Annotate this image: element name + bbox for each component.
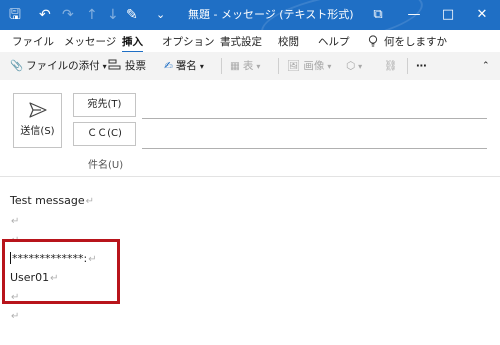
tell-me-label: 何をしますか [384, 36, 447, 48]
minimize-button[interactable]: — [404, 5, 424, 25]
arrow-up-icon: ↑ [86, 7, 98, 23]
chevron-down-icon: ▾ [327, 62, 332, 71]
undo-icon[interactable]: ↶ [39, 6, 51, 24]
cc-field[interactable] [142, 148, 487, 149]
menu-bar: ファイル メッセージ 挿入 オプション 書式設定 校閲 ヘルプ 何をしますか [0, 30, 500, 53]
to-field[interactable] [142, 118, 487, 119]
poll-icon [108, 59, 121, 70]
image-icon: 🖼 [287, 60, 301, 72]
tell-me-search[interactable]: 何をしますか [368, 34, 447, 49]
link-icon: ⛓ [384, 60, 398, 72]
chevron-down-icon: ▾ [256, 62, 261, 71]
body-line: ↵ [10, 309, 19, 322]
ribbon-separator [278, 58, 279, 74]
send-label: 送信(S) [20, 126, 55, 137]
paragraph-mark-icon: ↵ [11, 216, 20, 227]
chevron-down-icon: ▾ [199, 62, 204, 71]
send-plane-icon [28, 102, 47, 118]
tab-message[interactable]: メッセージ [64, 34, 116, 49]
shapes-icon: ⬡ [346, 60, 356, 72]
paragraph-mark-icon: ↵ [11, 311, 20, 322]
tab-insert[interactable]: 挿入 [122, 34, 143, 53]
format-icon[interactable]: ✎ [126, 6, 138, 24]
ribbon-display-options-button[interactable]: ⧉ [368, 5, 388, 25]
tab-help[interactable]: ヘルプ [318, 34, 350, 49]
signature-pen-icon: ✍ [164, 60, 173, 72]
subject-label: 件名(U) [88, 160, 124, 171]
chevron-down-icon: ▾ [102, 62, 107, 71]
title-bar: 🖫 ↶ ↷ ↑ ↓ ✎ ⌄ 無題 - メッセージ (テキスト形式) ⧉ — □ … [0, 0, 500, 30]
collapse-ribbon-icon[interactable]: ⌃ [482, 58, 490, 74]
close-button[interactable]: ✕ [472, 5, 492, 25]
table-button: ▦ 表 ▾ [230, 58, 260, 75]
tab-options[interactable]: オプション [162, 34, 215, 49]
maximize-button[interactable]: □ [438, 5, 458, 25]
tab-file[interactable]: ファイル [12, 34, 54, 49]
paragraph-mark-icon: ↵ [85, 196, 94, 207]
poll-button[interactable]: 投票 [108, 58, 146, 74]
link-button: ⛓ [384, 58, 400, 74]
save-icon[interactable]: 🖫 [9, 6, 21, 24]
signature-label: 署名 [175, 60, 197, 72]
paperclip-icon: 📎 [10, 60, 24, 72]
image-button: 🖼 画像 ▾ [287, 58, 331, 75]
attach-file-label: ファイルの添付 [26, 60, 100, 72]
ribbon-separator [407, 58, 408, 74]
ribbon-toolbar: 📎 ファイルの添付 ▾ 投票 ✍ 署名 ▾ ▦ 表 ▾ 🖼 画像 ▾ ⬡ ▾ ⛓ ⋯ ⌃ [0, 52, 500, 81]
tab-format-text[interactable]: 書式設定 [220, 34, 262, 49]
cc-button[interactable]: ＣＣ(C) [73, 122, 136, 146]
arrow-down-icon: ↓ [107, 7, 119, 23]
customize-qat-icon[interactable]: ⌄ [156, 6, 165, 24]
shapes-button: ⬡ ▾ [346, 58, 362, 75]
attach-file-button[interactable]: 📎 ファイルの添付 ▾ [10, 58, 107, 75]
body-line: Test message↵ [10, 194, 94, 207]
to-button[interactable]: 宛先(T) [73, 93, 136, 117]
ribbon-separator [221, 58, 222, 74]
send-button[interactable]: 送信(S) [13, 93, 62, 148]
lightbulb-icon [368, 35, 378, 47]
chevron-down-icon: ▾ [358, 62, 363, 71]
body-line: ↵ [10, 214, 19, 227]
tab-review[interactable]: 校閲 [278, 34, 299, 49]
highlight-box [2, 239, 120, 304]
more-commands-button[interactable]: ⋯ [416, 58, 427, 74]
signature-button[interactable]: ✍ 署名 ▾ [164, 58, 204, 75]
poll-label: 投票 [125, 60, 146, 72]
redo-icon: ↷ [62, 7, 74, 23]
table-label: 表 [242, 60, 254, 72]
image-label: 画像 [303, 60, 325, 72]
window-title: 無題 - メッセージ (テキスト形式) [188, 8, 354, 21]
table-icon: ▦ [230, 60, 240, 72]
